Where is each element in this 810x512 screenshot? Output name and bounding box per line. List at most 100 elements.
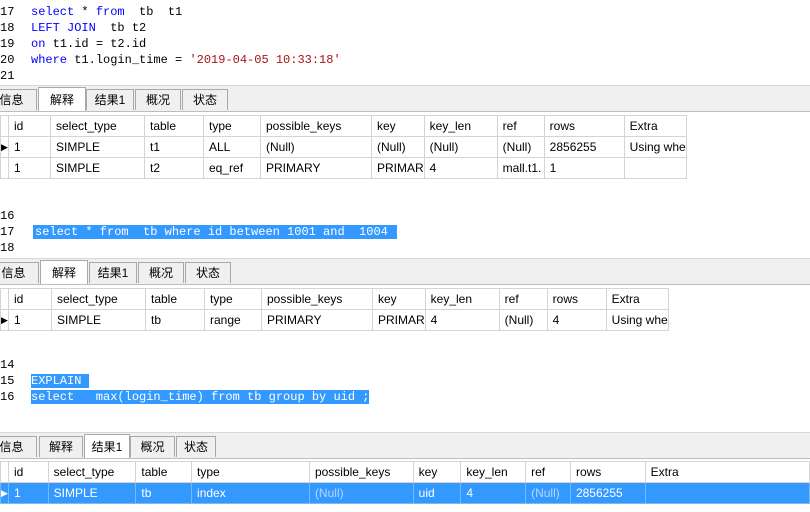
column-header[interactable]: table [145, 288, 205, 310]
grid-row[interactable]: ▶ 1 SIMPLE tb range PRIMARY PRIMAR 4 (Null) 4 Usin… [0, 309, 669, 331]
grid-cell[interactable]: tb [135, 482, 193, 504]
grid-cell[interactable]: eq_ref [203, 157, 261, 179]
grid-cell[interactable]: mall.t1. [496, 157, 545, 179]
grid-cell[interactable]: (Null) [498, 309, 548, 331]
column-header[interactable]: select_type [47, 461, 137, 483]
result-tab[interactable]: 信息 [0, 436, 37, 457]
column-header[interactable]: id [8, 288, 52, 310]
result-tab[interactable]: 状态 [185, 262, 231, 283]
grid-cell[interactable]: index [191, 482, 310, 504]
grid-cell[interactable]: 1 [543, 157, 625, 179]
grid-cell[interactable]: 1 [8, 157, 51, 179]
result-tab[interactable]: 概况 [138, 262, 184, 283]
column-header[interactable]: key_len [460, 461, 527, 483]
sql-editor-2[interactable]: 16 17 select * from tb where id between 10… [0, 208, 810, 260]
result-tab[interactable]: 解释 [38, 87, 86, 111]
grid-cell[interactable]: (Null) [308, 482, 414, 504]
code-line[interactable]: 18 [0, 240, 810, 256]
result-tab[interactable]: 结果1 [86, 89, 134, 110]
grid-cell[interactable]: SIMPLE [50, 136, 145, 158]
code-line[interactable]: 18 LEFT JOIN tb t2 [0, 20, 810, 36]
column-header[interactable]: ref [498, 288, 548, 310]
code-line[interactable]: 19 on t1.id = t2.id [0, 36, 810, 52]
grid-cell[interactable]: 4 [424, 309, 500, 331]
code-line[interactable]: 14 [0, 357, 810, 373]
grid-cell[interactable]: (Null) [496, 136, 545, 158]
column-header[interactable]: ref [496, 115, 545, 137]
grid-cell[interactable]: ALL [203, 136, 261, 158]
grid-cell[interactable]: PRIMARY [260, 157, 372, 179]
code-line[interactable]: 16 select max(login_time) from tb group b… [0, 389, 810, 405]
result-tab[interactable]: 状态 [182, 89, 228, 110]
grid-cell[interactable]: PRIMAR [372, 309, 426, 331]
column-header[interactable]: id [7, 461, 49, 483]
grid-cell[interactable] [623, 157, 687, 179]
grid-cell[interactable]: range [204, 309, 262, 331]
grid-cell[interactable]: (Null) [423, 136, 498, 158]
column-header[interactable]: table [135, 461, 193, 483]
result-tab[interactable]: 结果1 [84, 434, 130, 458]
column-header[interactable]: ref [525, 461, 571, 483]
code-line[interactable]: 17 select * from tb where id between 1001… [0, 224, 810, 240]
grid-cell[interactable]: t2 [144, 157, 204, 179]
column-header[interactable]: type [191, 461, 310, 483]
column-header[interactable]: type [203, 115, 261, 137]
column-header[interactable]: id [8, 115, 51, 137]
column-header[interactable]: rows [546, 288, 607, 310]
column-header[interactable]: select_type [50, 115, 145, 137]
column-header[interactable]: table [144, 115, 204, 137]
result-tab[interactable]: 信息 [0, 262, 39, 283]
sql-editor-3[interactable]: 14 15 EXPLAIN 16 select max(login_time) fro… [0, 357, 810, 409]
grid-cell[interactable]: Using whe [605, 309, 669, 331]
result-tab[interactable]: 解释 [39, 436, 83, 457]
grid-row[interactable]: 1 SIMPLE t2 eq_ref PRIMARY PRIMAR 4 mall.t1. 1 [0, 157, 687, 179]
column-header[interactable]: Extra [605, 288, 669, 310]
grid-row[interactable]: ▶ 1 SIMPLE t1 ALL (Null) (Null) (Null) (Null) 285… [0, 136, 687, 158]
result-tab[interactable]: 解释 [40, 260, 88, 284]
column-header[interactable]: key [371, 115, 425, 137]
grid-cell[interactable]: 4 [460, 482, 527, 504]
grid-cell[interactable] [644, 482, 810, 504]
result-tab[interactable]: 结果1 [89, 262, 137, 283]
column-header[interactable]: possible_keys [260, 115, 372, 137]
grid-cell[interactable]: (Null) [525, 482, 571, 504]
grid-cell[interactable]: 1 [8, 136, 51, 158]
code-line[interactable]: 20 where t1.login_time = '2019-04-05 10:3… [0, 52, 810, 68]
grid-cell[interactable]: t1 [144, 136, 204, 158]
column-header[interactable]: key_len [424, 288, 500, 310]
column-header[interactable]: possible_keys [308, 461, 414, 483]
grid-cell[interactable]: (Null) [371, 136, 425, 158]
code-line[interactable]: 15 EXPLAIN [0, 373, 810, 389]
grid-cell[interactable]: 4 [546, 309, 607, 331]
code-line[interactable]: 16 [0, 208, 810, 224]
grid-cell[interactable]: 2856255 [543, 136, 625, 158]
grid-cell[interactable]: tb [145, 309, 205, 331]
column-header[interactable]: type [204, 288, 262, 310]
column-header[interactable]: key_len [423, 115, 498, 137]
column-header[interactable]: Extra [644, 461, 810, 483]
column-header[interactable]: rows [569, 461, 646, 483]
column-header[interactable]: key [412, 461, 462, 483]
column-header[interactable]: possible_keys [261, 288, 373, 310]
grid-cell[interactable]: PRIMARY [261, 309, 373, 331]
column-header[interactable]: key [372, 288, 426, 310]
result-tab[interactable]: 概况 [135, 89, 181, 110]
grid-cell[interactable]: 4 [423, 157, 498, 179]
code-line[interactable]: 17 select * from tb t1 [0, 4, 810, 20]
sql-editor-1[interactable]: 17 select * from tb t1 18 LEFT JOIN tb t2 19… [0, 4, 810, 84]
grid-row[interactable]: ▶ 1 SIMPLE tb index (Null) uid 4 (Null) 2856255 [0, 482, 810, 504]
grid-cell[interactable]: PRIMAR [371, 157, 425, 179]
grid-cell[interactable]: 1 [7, 482, 49, 504]
column-header[interactable]: rows [543, 115, 625, 137]
grid-cell[interactable]: SIMPLE [50, 157, 145, 179]
grid-cell[interactable]: uid [412, 482, 462, 504]
result-tab[interactable]: 信息 [0, 89, 37, 110]
result-tab[interactable]: 概况 [130, 436, 175, 457]
grid-cell[interactable]: Using whe [623, 136, 687, 158]
column-header[interactable]: Extra [623, 115, 687, 137]
grid-cell[interactable]: (Null) [260, 136, 372, 158]
grid-cell[interactable]: 2856255 [569, 482, 646, 504]
grid-cell[interactable]: SIMPLE [47, 482, 137, 504]
grid-cell[interactable]: 1 [8, 309, 52, 331]
column-header[interactable]: select_type [51, 288, 146, 310]
